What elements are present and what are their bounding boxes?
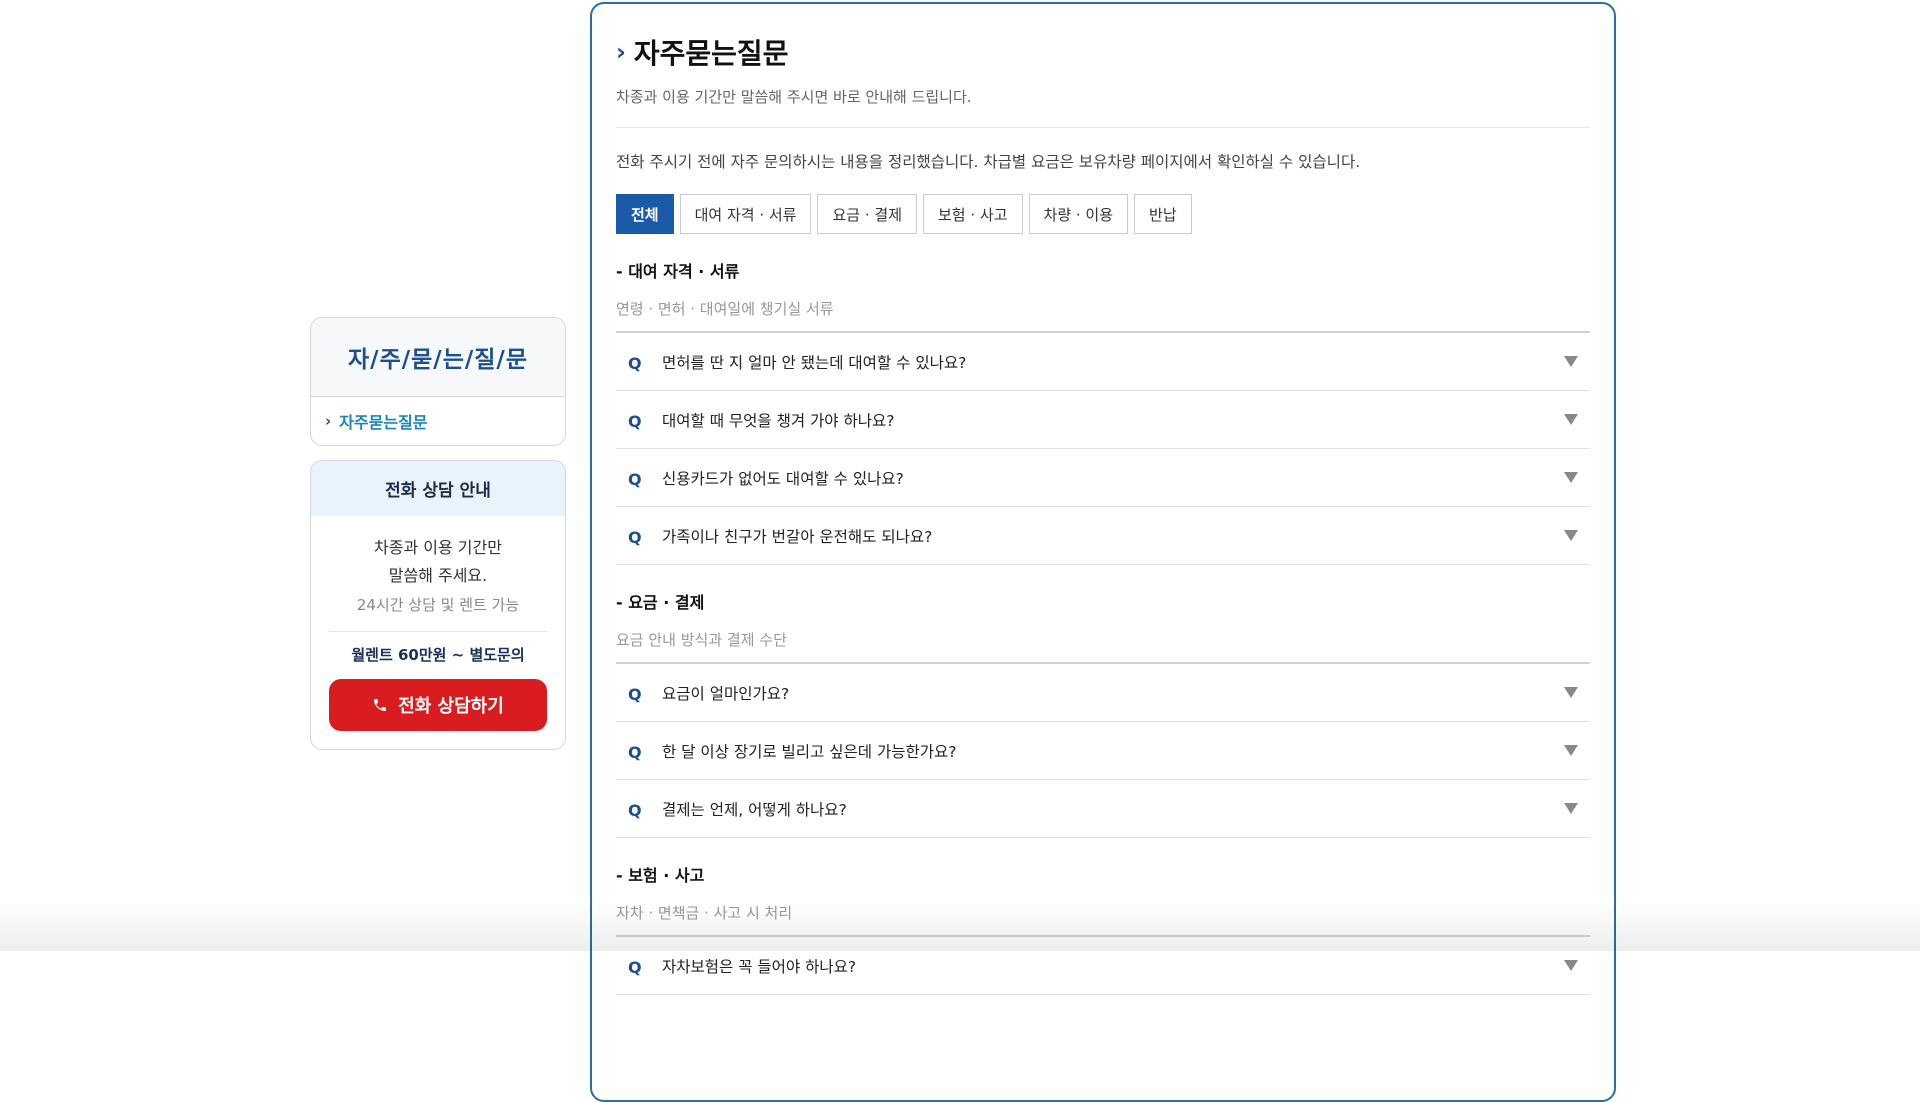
faq-question: 대여할 때 무엇을 챙겨 가야 하나요? [662,411,895,430]
section-subtitle: 연령 · 면허 · 대여일에 챙기실 서류 [616,300,834,318]
section-subtitle: 요금 안내 방식과 결제 수단 [616,631,787,649]
tab-pricing[interactable]: 요금 · 결제 [817,194,917,234]
contact-body: 차종과 이용 기간만 말씀해 주세요. 24시간 상담 및 렌트 가능 월렌트 … [311,516,565,749]
side-menu-item-faq[interactable]: › 자주묻는질문 [311,397,565,445]
faq-item[interactable]: Q 면허를 딴 지 얼마 안 됐는데 대여할 수 있나요? [616,333,1590,391]
section-title: - 대여 자격 · 서류 [616,262,740,281]
caret-down-icon [1564,960,1578,971]
faq-item[interactable]: Q 가족이나 친구가 번갈아 운전해도 되나요? [616,507,1590,565]
faq-item[interactable]: Q 한 달 이상 장기로 빌리고 싶은데 가능한가요? [616,722,1590,780]
faq-question: 요금이 얼마인가요? [662,684,790,703]
caret-down-icon [1564,530,1578,541]
chevron-right-icon: › [325,412,332,430]
page-subtitle: 차종과 이용 기간만 말씀해 주시면 바로 안내해 드립니다. [616,88,972,106]
caret-down-icon [1564,414,1578,425]
faq-item[interactable]: Q 신용카드가 없어도 대여할 수 있나요? [616,449,1590,507]
tab-insurance[interactable]: 보험 · 사고 [923,194,1023,234]
tab-vehicle[interactable]: 차량 · 이용 [1028,194,1129,234]
q-marker: Q [628,684,642,704]
faq-question: 결제는 언제, 어떻게 하나요? [662,800,847,819]
q-marker: Q [628,527,642,547]
phone-icon [374,699,387,711]
faq-question: 자차보험은 꼭 들어야 하나요? [662,957,857,976]
call-button-label: 전화 상담하기 [398,696,504,717]
faq-question: 신용카드가 없어도 대여할 수 있나요? [662,469,904,488]
caret-down-icon [1564,687,1578,698]
tab-all[interactable]: 전체 [616,194,674,234]
faq-list: Q 요금이 얼마인가요? Q 한 달 이상 장기로 빌리고 싶은데 가능한가요?… [616,662,1590,838]
sidebar: 자/주/묻/는/질/문 › 자주묻는질문 전화 상담 안내 차종과 이용 기간만… [310,317,566,750]
contact-box: 전화 상담 안내 차종과 이용 기간만 말씀해 주세요. 24시간 상담 및 렌… [310,460,566,750]
chevron-right-icon: › [616,38,626,66]
faq-question: 가족이나 친구가 번갈아 운전해도 되나요? [662,527,933,546]
faq-list: Q 면허를 딴 지 얼마 안 됐는데 대여할 수 있나요? Q 대여할 때 무엇… [616,331,1590,565]
call-button[interactable]: 전화 상담하기 [329,679,547,731]
caret-down-icon [1564,356,1578,367]
intro-text: 전화 주시기 전에 자주 문의하시는 내용을 정리했습니다. 차급별 요금은 보… [616,153,1361,171]
faq-section-pricing: - 요금 · 결제 요금 안내 방식과 결제 수단 Q 요금이 얼마인가요? Q… [616,589,1590,838]
contact-line-2: 말씀해 주세요. [388,566,488,585]
q-marker: Q [628,800,642,820]
side-menu: 자/주/묻/는/질/문 › 자주묻는질문 [310,317,566,446]
faq-list: Q 자차보험은 꼭 들어야 하나요? [616,935,1590,995]
side-menu-title: 자/주/묻/는/질/문 [311,318,565,397]
contact-divider [329,631,547,632]
faq-question: 면허를 딴 지 얼마 안 됐는데 대여할 수 있나요? [662,353,967,372]
q-marker: Q [628,742,642,762]
divider [616,127,1590,128]
contact-line-1: 차종과 이용 기간만 [374,538,502,557]
faq-section-insurance: - 보험 · 사고 자차 · 면책금 · 사고 시 처리 Q 자차보험은 꼭 들… [616,862,1590,995]
faq-question: 한 달 이상 장기로 빌리고 싶은데 가능한가요? [662,742,957,761]
caret-down-icon [1564,472,1578,483]
q-marker: Q [628,353,642,373]
q-marker: Q [628,957,642,977]
q-marker: Q [628,469,642,489]
contact-price: 월렌트 60만원 ~ 별도문의 [351,646,525,664]
section-title: - 요금 · 결제 [616,593,705,612]
tab-return[interactable]: 반납 [1134,194,1192,234]
caret-down-icon [1564,803,1578,814]
main-panel: › 자주묻는질문 차종과 이용 기간만 말씀해 주시면 바로 안내해 드립니다.… [590,2,1616,1102]
faq-item[interactable]: Q 대여할 때 무엇을 챙겨 가야 하나요? [616,391,1590,449]
tab-eligibility[interactable]: 대여 자격 · 서류 [679,194,812,234]
section-subtitle: 자차 · 면책금 · 사고 시 처리 [616,904,793,922]
faq-item[interactable]: Q 요금이 얼마인가요? [616,664,1590,722]
q-marker: Q [628,411,642,431]
contact-hours: 24시간 상담 및 렌트 가능 [356,596,520,614]
page-title: › 자주묻는질문 [616,32,1590,72]
page-title-text: 자주묻는질문 [633,37,789,70]
faq-item[interactable]: Q 결제는 언제, 어떻게 하나요? [616,780,1590,838]
side-menu-item-label: 자주묻는질문 [339,413,428,432]
contact-heading: 전화 상담 안내 [311,461,565,516]
section-title: - 보험 · 사고 [616,866,705,885]
category-tabs: 전체 대여 자격 · 서류 요금 · 결제 보험 · 사고 차량 · 이용 반납 [616,194,1590,234]
faq-item[interactable]: Q 자차보험은 꼭 들어야 하나요? [616,937,1590,995]
faq-section-eligibility: - 대여 자격 · 서류 연령 · 면허 · 대여일에 챙기실 서류 Q 면허를… [616,258,1590,565]
caret-down-icon [1564,745,1578,756]
